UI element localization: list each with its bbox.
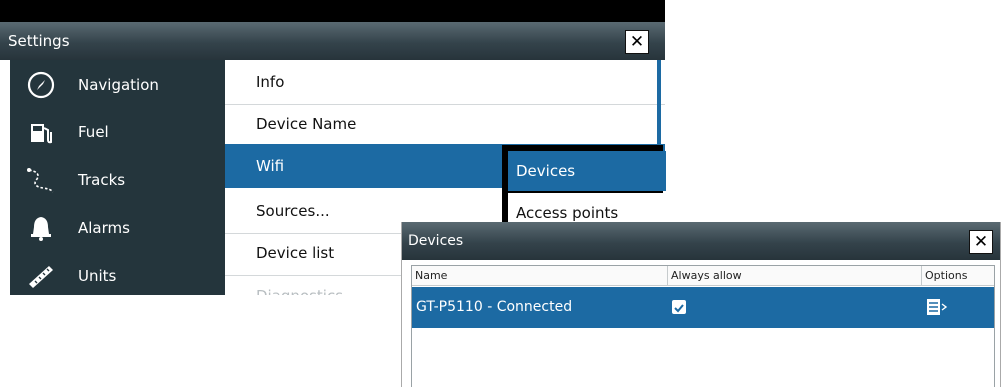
device-name-cell: GT-P5110 - Connected: [416, 299, 573, 315]
sidebar-item-alarms[interactable]: Alarms: [10, 203, 225, 253]
bell-icon: [31, 217, 51, 241]
always-allow-checkbox[interactable]: [672, 300, 686, 314]
sidebar-item-label: Alarms: [78, 219, 130, 237]
sidebar-item-units[interactable]: Units: [10, 251, 225, 295]
tracks-icon: [27, 168, 54, 193]
close-icon: ✕: [629, 32, 645, 52]
top-bar: [0, 0, 665, 22]
ruler-icon: [29, 266, 53, 288]
devices-title: Devices: [408, 233, 464, 249]
devices-dialog: Devices ✕ Name Always allow Options GT-P…: [401, 222, 1001, 387]
close-icon: ✕: [973, 232, 989, 252]
column-header-name[interactable]: Name: [412, 266, 668, 286]
settings-title: Settings: [8, 32, 70, 50]
sidebar-item-label: Tracks: [78, 171, 126, 189]
compass-icon: [27, 71, 55, 99]
sidebar-item-tracks[interactable]: Tracks: [10, 155, 225, 205]
settings-titlebar: Settings: [0, 22, 665, 60]
column-header-options[interactable]: Options: [922, 266, 994, 286]
fuel-pump-icon: [31, 124, 52, 144]
sidebar-item-label: Navigation: [78, 76, 159, 94]
options-menu-icon[interactable]: [926, 297, 948, 317]
settings-sidebar: Navigation Fuel Tracks Alarms Units: [10, 60, 225, 295]
submenu-item-devices[interactable]: Devices: [508, 151, 666, 191]
checkmark-icon: [674, 304, 684, 313]
sidebar-item-fuel[interactable]: Fuel: [10, 107, 225, 157]
settings-close-button[interactable]: ✕: [625, 30, 649, 54]
menu-scrollbar[interactable]: [657, 60, 661, 148]
menu-item-device-name[interactable]: Device Name: [225, 102, 665, 147]
devices-table: Name Always allow Options GT-P5110 - Con…: [411, 265, 995, 387]
menu-item-info[interactable]: Info: [225, 60, 665, 105]
sidebar-item-label: Units: [78, 267, 117, 285]
devices-titlebar: Devices: [402, 222, 1000, 260]
sidebar-item-navigation[interactable]: Navigation: [10, 60, 225, 110]
devices-close-button[interactable]: ✕: [969, 230, 993, 254]
sidebar-item-label: Fuel: [78, 123, 109, 141]
table-row[interactable]: GT-P5110 - Connected: [412, 287, 994, 328]
column-header-always-allow[interactable]: Always allow: [668, 266, 922, 286]
